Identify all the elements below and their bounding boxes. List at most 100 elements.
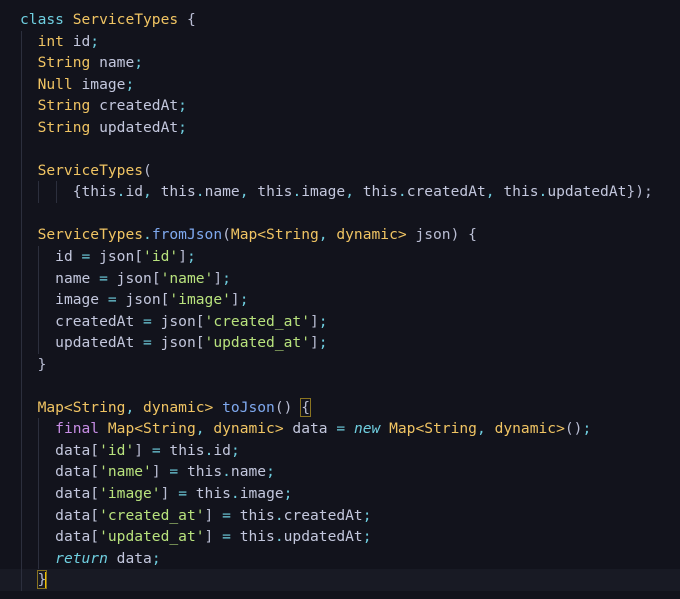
code-token: , [239,183,258,201]
code-token: String [37,54,91,72]
code-token: ( [143,161,152,179]
code-line[interactable]: } [0,569,680,591]
code-token: ServiceTypes [72,11,179,28]
code-token: ] [160,485,179,503]
code-line[interactable]: name = json['name']; [0,267,680,290]
code-line[interactable]: data['updated_at'] = this.updatedAt; [0,526,680,548]
code-token: ] [204,528,223,546]
code-line[interactable]: final Map<String, dynamic> data = new Ma… [0,418,680,440]
code-token: json[ [151,334,205,352]
code-line[interactable]: ServiceTypes.fromJson(Map<String, dynami… [0,224,680,247]
code-token: ; [186,248,196,266]
code-token: }); [626,183,653,201]
code-line[interactable] [0,138,680,160]
code-token: ; [318,312,328,330]
code-token: Null [37,75,73,93]
indent-guide [21,439,22,462]
code-token: . [274,506,284,524]
code-line[interactable]: return data; [0,547,680,570]
indent-guide [21,483,22,505]
code-token: name [90,54,135,72]
code-line[interactable]: ServiceTypes( [0,159,680,182]
code-token: Map<String [107,420,196,438]
code-token: ; [90,32,100,50]
code-token: data[ [55,441,100,459]
indent-guide [21,353,22,376]
code-line[interactable]: data['image'] = this.image; [0,483,680,505]
code-token: () [274,398,302,416]
code-token: , [485,183,504,201]
code-line[interactable]: id = json['id']; [0,246,680,268]
indent-guide [21,159,22,182]
code-line[interactable]: data['id'] = this.id; [0,439,680,462]
code-token: 'name' [160,269,214,287]
indent-guide [21,461,22,484]
code-token: image [301,183,346,201]
code-token: ; [362,506,372,524]
code-token: ; [178,97,187,115]
code-token: Map<String [37,398,126,416]
code-token: ServiceTypes [37,161,144,179]
code-line[interactable]: } [0,353,680,376]
code-line[interactable]: String updatedAt; [0,116,680,139]
code-line[interactable]: {this.id, this.name, this.image, this.cr… [0,181,680,203]
code-token: ] [309,334,319,352]
code-token: updatedAt [547,183,627,201]
code-token: dynamic> [336,226,407,244]
code-token: id [55,248,82,266]
code-line[interactable]: String createdAt; [0,95,680,117]
code-line[interactable]: updatedAt = json['updated_at']; [0,332,680,354]
code-token: . [195,183,205,201]
code-token: 'updated_at' [204,334,310,352]
code-line[interactable]: data['name'] = this.name; [0,461,680,484]
code-token: name [204,183,240,201]
code-line[interactable]: class ServiceTypes { [0,9,680,31]
code-token: this [160,441,205,459]
code-line[interactable]: createdAt = json['created_at']; [0,310,680,333]
code-token: , [195,420,214,438]
code-token: ; [230,441,240,459]
code-token: ] [134,441,152,459]
code-line[interactable]: int id; [0,30,680,53]
code-token: = [222,506,231,524]
indent-guide [38,332,39,354]
code-line[interactable]: String name; [0,52,680,74]
code-line[interactable]: Map<String, dynamic> toJson() { [0,396,680,419]
indent-guide [21,569,22,591]
indent-guide [21,418,22,440]
text-cursor [45,571,48,589]
code-token: image [55,291,108,309]
code-token: , [476,420,495,438]
indent-guide [38,547,39,570]
code-token: 'created_at' [204,312,310,330]
code-token: ; [125,75,135,93]
code-line[interactable] [0,375,680,397]
indent-guide [21,138,22,160]
indent-guide [21,332,22,354]
code-token: json[ [90,248,144,266]
code-token: id [125,183,144,201]
indent-guide [21,52,22,74]
code-token: data[ [55,485,100,503]
indent-guide [38,439,39,462]
indent-guide [38,289,39,311]
code-token: this [186,485,231,503]
code-line[interactable]: data['created_at'] = this.createdAt; [0,504,680,527]
code-line[interactable]: Null image; [0,73,680,96]
code-token: 'name' [99,463,152,481]
code-token: Map<String [389,420,477,438]
indent-guide [38,461,39,484]
code-token: ] [230,291,240,309]
code-token: . [274,528,284,546]
code-token: 'id' [99,441,135,459]
code-line[interactable] [0,202,680,225]
code-token: name [230,463,267,481]
code-editor[interactable]: class ServiceTypes { int id; String name… [0,9,680,591]
code-line[interactable]: image = json['image']; [0,289,680,311]
